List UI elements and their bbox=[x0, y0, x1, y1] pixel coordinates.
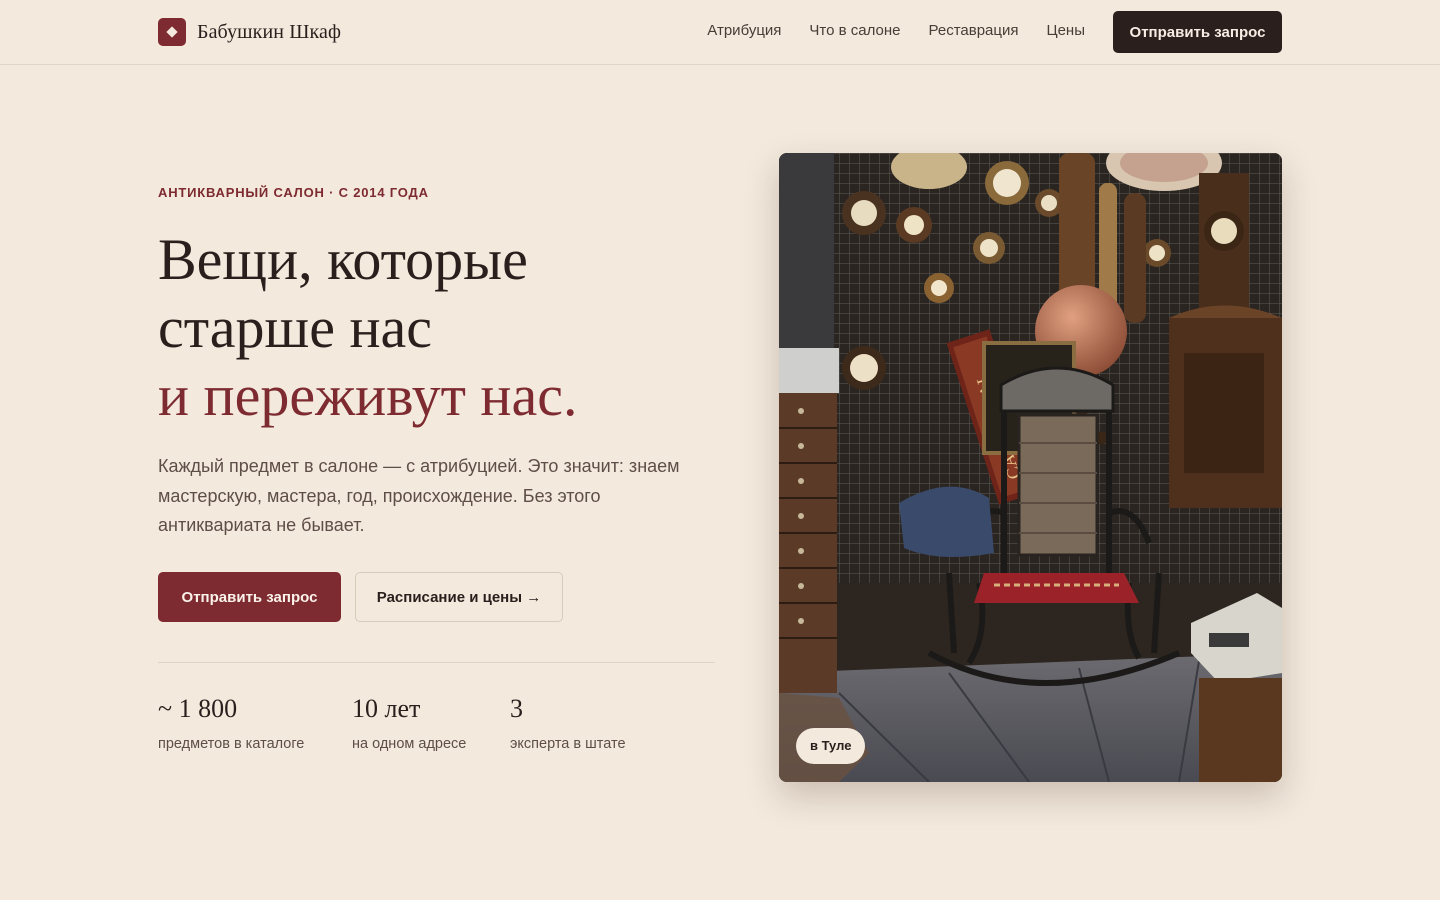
stat-value: ~ 1 800 bbox=[158, 694, 238, 723]
antique-shop-illustration: CAR RENTAL bbox=[779, 153, 1282, 782]
top-navigation: Бабушкин Шкаф Атрибуция Что в салоне Рес… bbox=[0, 0, 1440, 65]
send-request-button[interactable]: Отправить запрос bbox=[158, 572, 341, 622]
nav-links: Атрибуция Что в салоне Реставрация Цены bbox=[707, 22, 1085, 39]
hero-description: Каждый предмет в салоне — с атрибуцией. … bbox=[158, 456, 680, 535]
stat-value: 10 лет bbox=[352, 694, 421, 723]
stat-experts: 3 эксперта в штате bbox=[510, 692, 626, 752]
headline-line-3: и переживут нас. bbox=[158, 363, 578, 428]
hero-photo: CAR RENTAL в Туле bbox=[779, 153, 1282, 782]
nav-link-attribution[interactable]: Атрибуция bbox=[707, 22, 781, 39]
hero-eyebrow: АНТИКВАРНЫЙ САЛОН · С 2014 ГОДА bbox=[158, 185, 429, 200]
nav-send-request-button[interactable]: Отправить запрос bbox=[1113, 11, 1282, 53]
stat-years: 10 лет на одном адресе bbox=[352, 692, 466, 752]
brand-name: Бабушкин Шкаф bbox=[197, 20, 342, 43]
stat-label: предметов в каталоге bbox=[158, 736, 305, 752]
brand[interactable]: Бабушкин Шкаф bbox=[158, 18, 341, 46]
stat-label: эксперта в штате bbox=[510, 736, 626, 752]
headline-line-2: старше нас bbox=[158, 295, 432, 360]
diamond-icon bbox=[158, 18, 186, 46]
stat-value: 3 bbox=[510, 694, 523, 723]
nav-link-prices[interactable]: Цены bbox=[1046, 22, 1085, 39]
location-badge: в Туле bbox=[796, 728, 866, 764]
stats-divider bbox=[158, 662, 715, 663]
nav-link-restoration[interactable]: Реставрация bbox=[929, 22, 1019, 39]
hero-headline: Вещи, которые старше нас и переживут нас… bbox=[158, 226, 718, 430]
stat-label: на одном адресе bbox=[352, 736, 467, 752]
schedule-prices-button[interactable]: Расписание и цены → bbox=[355, 572, 563, 622]
headline-line-1: Вещи, которые bbox=[158, 227, 528, 292]
nav-link-in-salon[interactable]: Что в салоне bbox=[809, 22, 900, 39]
stat-catalog: ~ 1 800 предметов в каталоге bbox=[158, 692, 304, 752]
